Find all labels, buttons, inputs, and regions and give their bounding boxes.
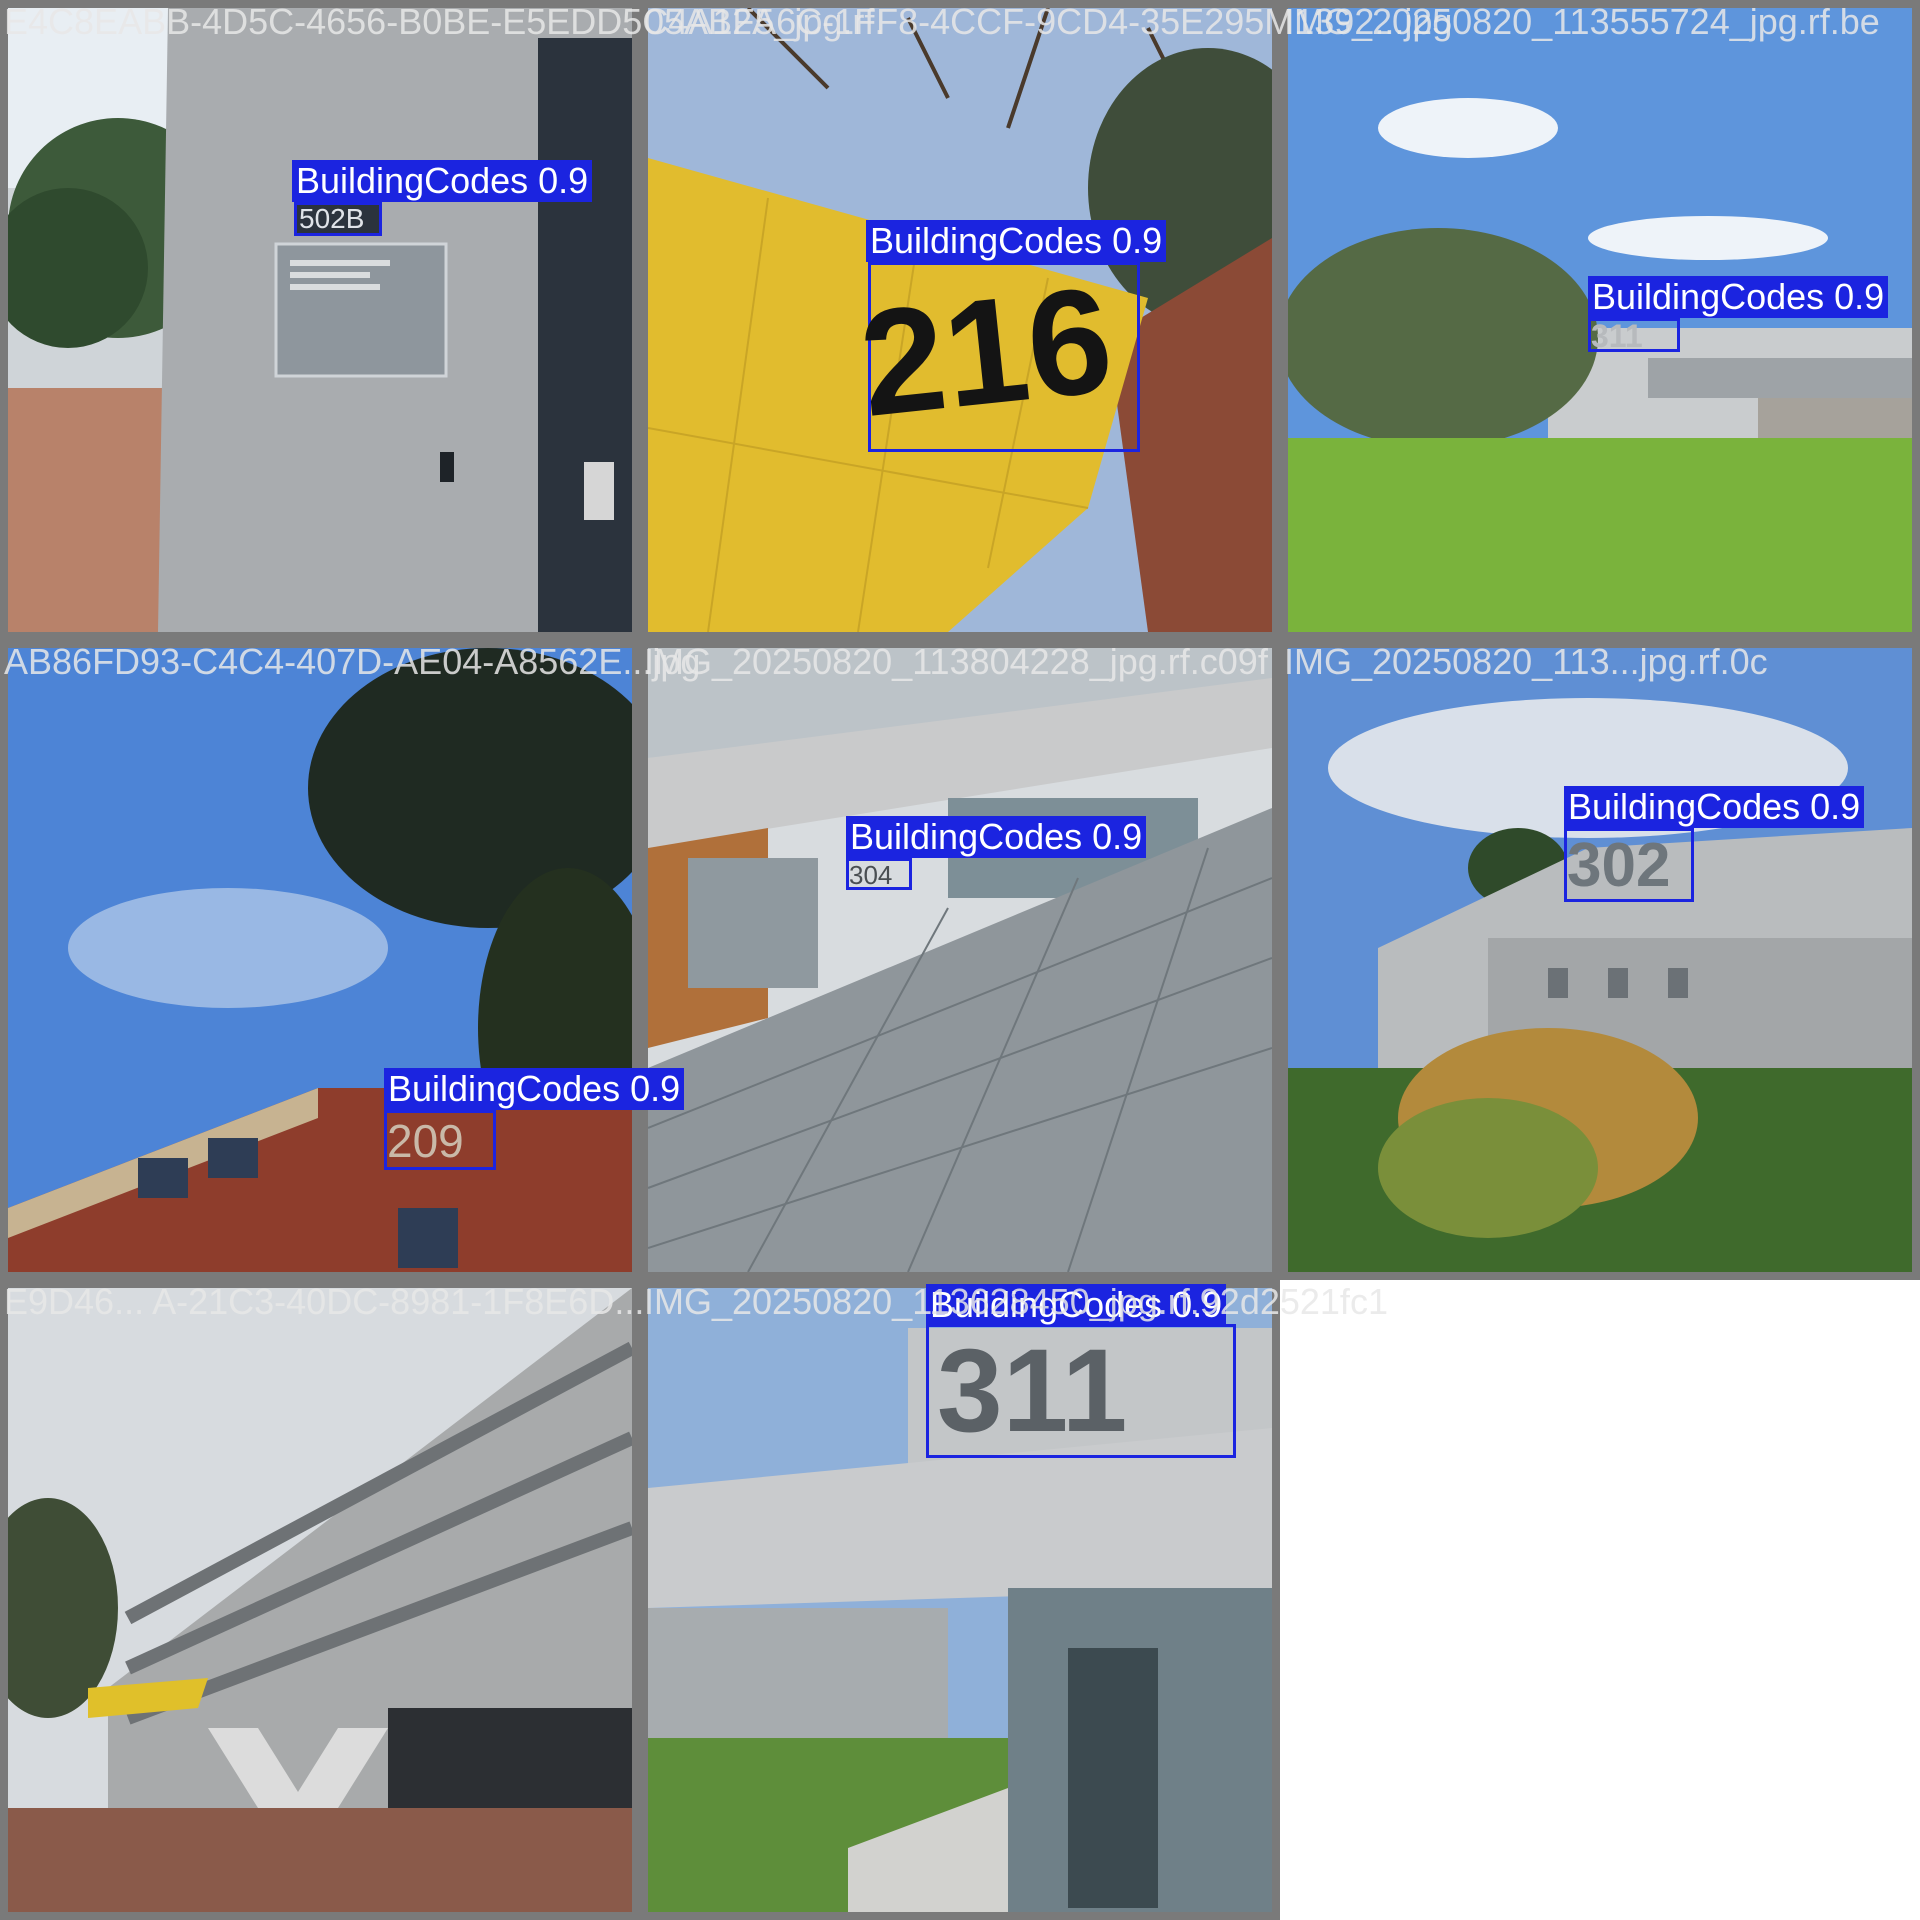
image-filename: IMG_20250820_113555724_jpg.rf.be <box>1284 1 1880 42</box>
building-code: 311 <box>937 1325 1128 1457</box>
image-tile-8: IMG_20250820_113628450_jpg.rf.92d2521fc1… <box>640 1280 1388 1920</box>
detection-box: 304 <box>846 858 912 890</box>
detection-box: 311 <box>1588 318 1680 352</box>
photo-concrete-building <box>8 1288 632 1912</box>
image-filename: IMG_20250820_113...jpg.rf.0c <box>1284 641 1768 682</box>
detection-label: BuildingCodes 0.9 <box>384 1068 685 1110</box>
photo-304-plaza <box>648 648 1272 1272</box>
building-code: 502B <box>299 203 365 234</box>
image-filename: E9D46... A-21C3-40DC-8981-1F8E6D... <box>4 1281 645 1322</box>
photo-302-courtyard <box>1288 648 1912 1272</box>
detection-box: 302 <box>1564 828 1694 902</box>
detection-label: BuildingCodes 0.9 <box>1588 276 1889 318</box>
detection-label: BuildingCodes 0.9 <box>846 816 1147 858</box>
image-filename: IMG_20250820_113628450_jpg.rf.92d2521fc1 <box>644 1281 1388 1322</box>
photo-502b-door <box>8 8 632 632</box>
detection-label: BuildingCodes 0.9 <box>1564 786 1865 828</box>
detection-box: 209 <box>384 1110 496 1170</box>
image-filename: AB86FD93-C4C4-407D-AE04-A8562E...jpg <box>4 641 701 682</box>
building-code: 209 <box>387 1115 464 1167</box>
detection-label: BuildingCodes 0.9 <box>292 160 593 202</box>
building-code: 304 <box>849 860 893 890</box>
image-tile-6: IMG_20250820_113...jpg.rf.0c 302 Buildin… <box>1280 640 1920 1280</box>
building-code: 302 <box>1567 831 1671 900</box>
building-code: 216 <box>852 254 1120 448</box>
photo-209-brick <box>8 648 632 1272</box>
building-code: 311 <box>1591 318 1643 354</box>
image-tile-5: IMG_20250820_113804228_jpg.rf.c09f 304 B… <box>640 640 1280 1280</box>
image-filename: IMG_20250820_113804228_jpg.rf.c09f <box>644 641 1268 682</box>
image-tile-2: 05AB2A6C-1FF8-4CCF-9CD4-35E295M1392...jp… <box>640 0 1452 640</box>
detection-box: 216 <box>853 255 1140 452</box>
detection-box: 502B <box>294 202 382 236</box>
detection-box: 311 <box>926 1324 1236 1458</box>
image-tile-1: E4C8EABB-4D5C-4656-B0BE-E5EDD5C4A1F5_jpg… <box>0 0 884 640</box>
image-tile-7: E9D46... A-21C3-40DC-8981-1F8E6D... <box>0 1280 644 1920</box>
image-tile-4: AB86FD93-C4C4-407D-AE04-A8562E...jpg 209… <box>0 640 700 1280</box>
detection-label: BuildingCodes 0.9 <box>866 220 1167 262</box>
image-tile-3: IMG_20250820_113555724_jpg.rf.be 311 Bui… <box>1280 0 1920 640</box>
